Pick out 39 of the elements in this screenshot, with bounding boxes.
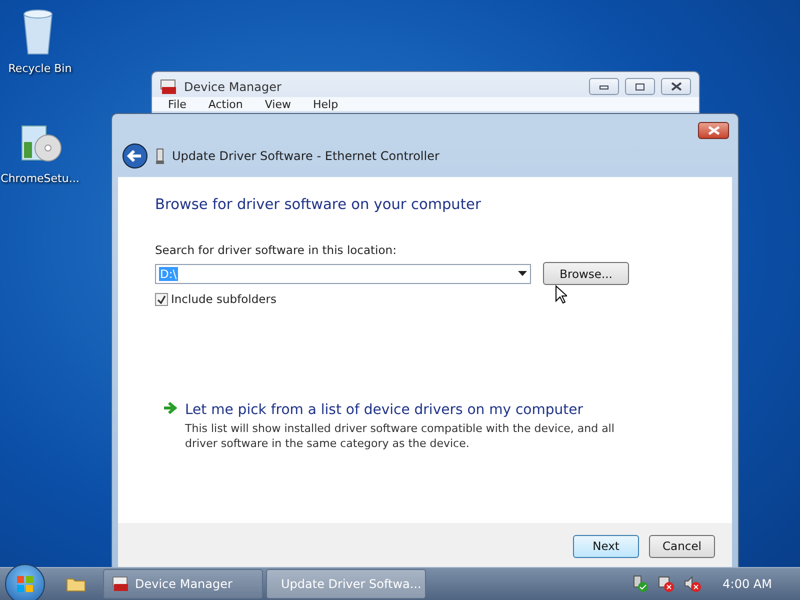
dialog-title: Update Driver Software - Ethernet Controller xyxy=(172,149,440,163)
menu-item[interactable]: File xyxy=(168,98,186,110)
option-link[interactable]: Let me pick from a list of device drivers on my computer xyxy=(185,402,635,418)
checkbox-label: Include subfolders xyxy=(171,292,276,306)
browse-button[interactable]: Browse... xyxy=(543,262,629,285)
minimize-icon xyxy=(599,84,609,90)
clock[interactable]: 4:00 AM xyxy=(722,577,772,591)
mouse-cursor-icon xyxy=(555,285,567,304)
right-arrow-icon xyxy=(163,402,177,414)
menu-item[interactable]: Help xyxy=(312,98,338,110)
speaker-muted-icon[interactable] xyxy=(682,575,701,593)
close-icon xyxy=(708,126,720,135)
dropdown-arrow-icon xyxy=(518,271,527,276)
desktop-icon-label[interactable]: ChromeSetu... xyxy=(0,172,80,185)
maximize-button[interactable] xyxy=(625,78,655,95)
close-button[interactable] xyxy=(698,122,729,139)
folder-icon xyxy=(66,576,86,592)
menu-item[interactable]: View xyxy=(264,98,291,110)
windows-logo-icon xyxy=(16,575,34,593)
cancel-button[interactable]: Cancel xyxy=(649,534,715,558)
device-manager-icon xyxy=(112,576,129,592)
field-label: Search for driver software in this location: xyxy=(155,243,398,257)
checkmark-icon xyxy=(157,294,166,304)
close-icon xyxy=(670,82,682,91)
page-heading: Browse for driver software on your computer xyxy=(155,197,482,213)
minimize-button[interactable] xyxy=(589,78,619,95)
option-description: This list will show installed driver software compatible with the device, and all driver software in the same category as the device. xyxy=(185,421,616,451)
network-adapter-icon xyxy=(156,148,164,164)
start-button[interactable] xyxy=(5,564,45,600)
desktop-icon-label[interactable]: Recycle Bin xyxy=(8,62,72,75)
network-error-icon[interactable] xyxy=(656,575,675,593)
maximize-icon xyxy=(635,82,645,90)
checkbox[interactable] xyxy=(155,292,168,306)
close-button[interactable] xyxy=(661,78,691,95)
next-button[interactable]: Next xyxy=(573,534,639,558)
device-check-icon[interactable] xyxy=(630,575,649,593)
device-manager-icon xyxy=(160,78,178,94)
menu-item[interactable]: Action xyxy=(208,98,243,110)
window-title: Device Manager xyxy=(184,80,282,94)
